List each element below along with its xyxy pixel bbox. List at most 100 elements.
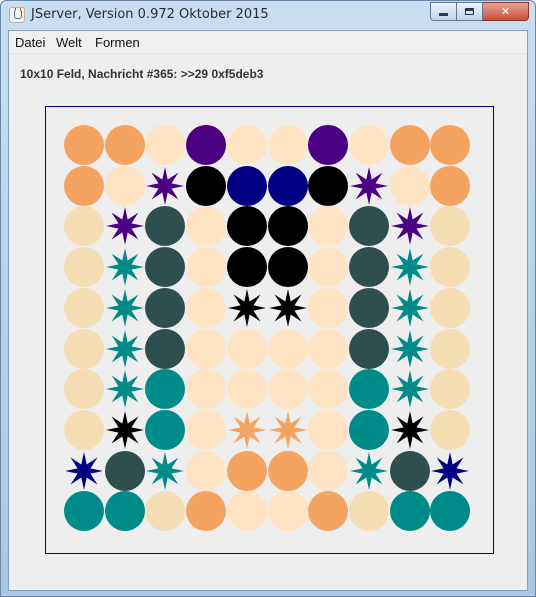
- board-circle-cell[interactable]: [308, 450, 349, 491]
- board-circle-cell[interactable]: [308, 206, 349, 247]
- board-star-cell[interactable]: [349, 451, 389, 491]
- board-star-cell[interactable]: [390, 410, 430, 450]
- board-circle-cell[interactable]: [104, 491, 145, 532]
- board-circle-cell[interactable]: [64, 287, 104, 328]
- menu-datei[interactable]: Datei: [15, 35, 45, 50]
- board-circle-cell[interactable]: [186, 287, 227, 328]
- board-circle-cell[interactable]: [145, 206, 186, 247]
- board-circle-cell[interactable]: [430, 206, 471, 247]
- board-circle-cell[interactable]: [308, 328, 349, 369]
- close-button[interactable]: ✕: [483, 2, 529, 21]
- board-circle-cell[interactable]: [145, 491, 186, 532]
- board-circle-cell[interactable]: [430, 165, 471, 206]
- board-circle-cell[interactable]: [430, 247, 471, 288]
- minimize-button[interactable]: [430, 2, 457, 21]
- board-circle-cell[interactable]: [348, 125, 389, 165]
- board-circle-cell[interactable]: [430, 409, 471, 450]
- board-circle-cell[interactable]: [267, 206, 308, 247]
- board-circle-cell[interactable]: [348, 206, 389, 247]
- board-circle-cell[interactable]: [348, 287, 389, 328]
- board-circle-cell[interactable]: [64, 491, 104, 532]
- board-circle-cell[interactable]: [226, 328, 267, 369]
- board-circle-cell[interactable]: [430, 491, 471, 532]
- board-circle-cell[interactable]: [226, 491, 267, 532]
- board-circle-cell[interactable]: [226, 206, 267, 247]
- board-circle-cell[interactable]: [186, 206, 227, 247]
- board-circle-cell[interactable]: [348, 247, 389, 288]
- board-circle-cell[interactable]: [186, 491, 227, 532]
- board-circle-cell[interactable]: [226, 247, 267, 288]
- board-circle-cell[interactable]: [186, 247, 227, 288]
- board-star-cell[interactable]: [390, 247, 430, 287]
- board-star-cell[interactable]: [227, 410, 267, 450]
- board-circle-cell[interactable]: [104, 125, 145, 165]
- board-circle-cell[interactable]: [389, 125, 430, 165]
- board-circle-cell[interactable]: [226, 369, 267, 410]
- board-circle-cell[interactable]: [267, 328, 308, 369]
- board-star-cell[interactable]: [64, 451, 104, 491]
- board-circle-cell[interactable]: [186, 328, 227, 369]
- board-circle-cell[interactable]: [430, 125, 471, 165]
- board-circle-cell[interactable]: [64, 328, 104, 369]
- board-circle-cell[interactable]: [308, 491, 349, 532]
- board-circle-cell[interactable]: [430, 369, 471, 410]
- board-circle-cell[interactable]: [348, 491, 389, 532]
- board-star-cell[interactable]: [390, 206, 430, 246]
- board-star-cell[interactable]: [105, 369, 145, 409]
- board-circle-cell[interactable]: [64, 409, 104, 450]
- board-star-cell[interactable]: [390, 288, 430, 328]
- board-circle-cell[interactable]: [186, 369, 227, 410]
- board-star-cell[interactable]: [349, 166, 389, 206]
- board-circle-cell[interactable]: [186, 450, 227, 491]
- board-star-cell[interactable]: [105, 329, 145, 369]
- board-circle-cell[interactable]: [267, 247, 308, 288]
- board-star-cell[interactable]: [145, 166, 185, 206]
- board-circle-cell[interactable]: [348, 409, 389, 450]
- board-circle-cell[interactable]: [226, 125, 267, 165]
- board-circle-cell[interactable]: [145, 369, 186, 410]
- menu-welt[interactable]: Welt: [56, 35, 82, 50]
- board-circle-cell[interactable]: [267, 165, 308, 206]
- board-circle-cell[interactable]: [64, 369, 104, 410]
- board-circle-cell[interactable]: [64, 206, 104, 247]
- board-star-cell[interactable]: [390, 369, 430, 409]
- board-star-cell[interactable]: [390, 329, 430, 369]
- board-circle-cell[interactable]: [104, 165, 145, 206]
- board-star-cell[interactable]: [105, 410, 145, 450]
- java-icon[interactable]: [9, 7, 25, 23]
- board-circle-cell[interactable]: [430, 287, 471, 328]
- board-circle-cell[interactable]: [145, 287, 186, 328]
- board-circle-cell[interactable]: [186, 165, 227, 206]
- board-circle-cell[interactable]: [64, 125, 104, 165]
- board-star-cell[interactable]: [268, 288, 308, 328]
- board-circle-cell[interactable]: [389, 165, 430, 206]
- board-circle-cell[interactable]: [104, 450, 145, 491]
- board-circle-cell[interactable]: [145, 409, 186, 450]
- board-circle-cell[interactable]: [226, 450, 267, 491]
- board-circle-cell[interactable]: [145, 125, 186, 165]
- maximize-button[interactable]: [457, 2, 483, 21]
- board-star-cell[interactable]: [430, 451, 470, 491]
- board-circle-cell[interactable]: [308, 247, 349, 288]
- board-circle-cell[interactable]: [308, 409, 349, 450]
- board-circle-cell[interactable]: [267, 450, 308, 491]
- board-circle-cell[interactable]: [348, 369, 389, 410]
- board-circle-cell[interactable]: [267, 369, 308, 410]
- board-circle-cell[interactable]: [308, 287, 349, 328]
- game-board[interactable]: [45, 106, 494, 554]
- board-circle-cell[interactable]: [348, 328, 389, 369]
- board-star-cell[interactable]: [105, 247, 145, 287]
- board-circle-cell[interactable]: [430, 328, 471, 369]
- board-circle-cell[interactable]: [186, 409, 227, 450]
- board-circle-cell[interactable]: [145, 328, 186, 369]
- board-star-cell[interactable]: [105, 288, 145, 328]
- board-circle-cell[interactable]: [308, 125, 349, 165]
- board-circle-cell[interactable]: [64, 165, 104, 206]
- board-star-cell[interactable]: [268, 410, 308, 450]
- board-circle-cell[interactable]: [389, 491, 430, 532]
- board-circle-cell[interactable]: [308, 369, 349, 410]
- board-circle-cell[interactable]: [267, 125, 308, 165]
- board-star-cell[interactable]: [145, 451, 185, 491]
- board-circle-cell[interactable]: [226, 165, 267, 206]
- menu-formen[interactable]: Formen: [95, 35, 140, 50]
